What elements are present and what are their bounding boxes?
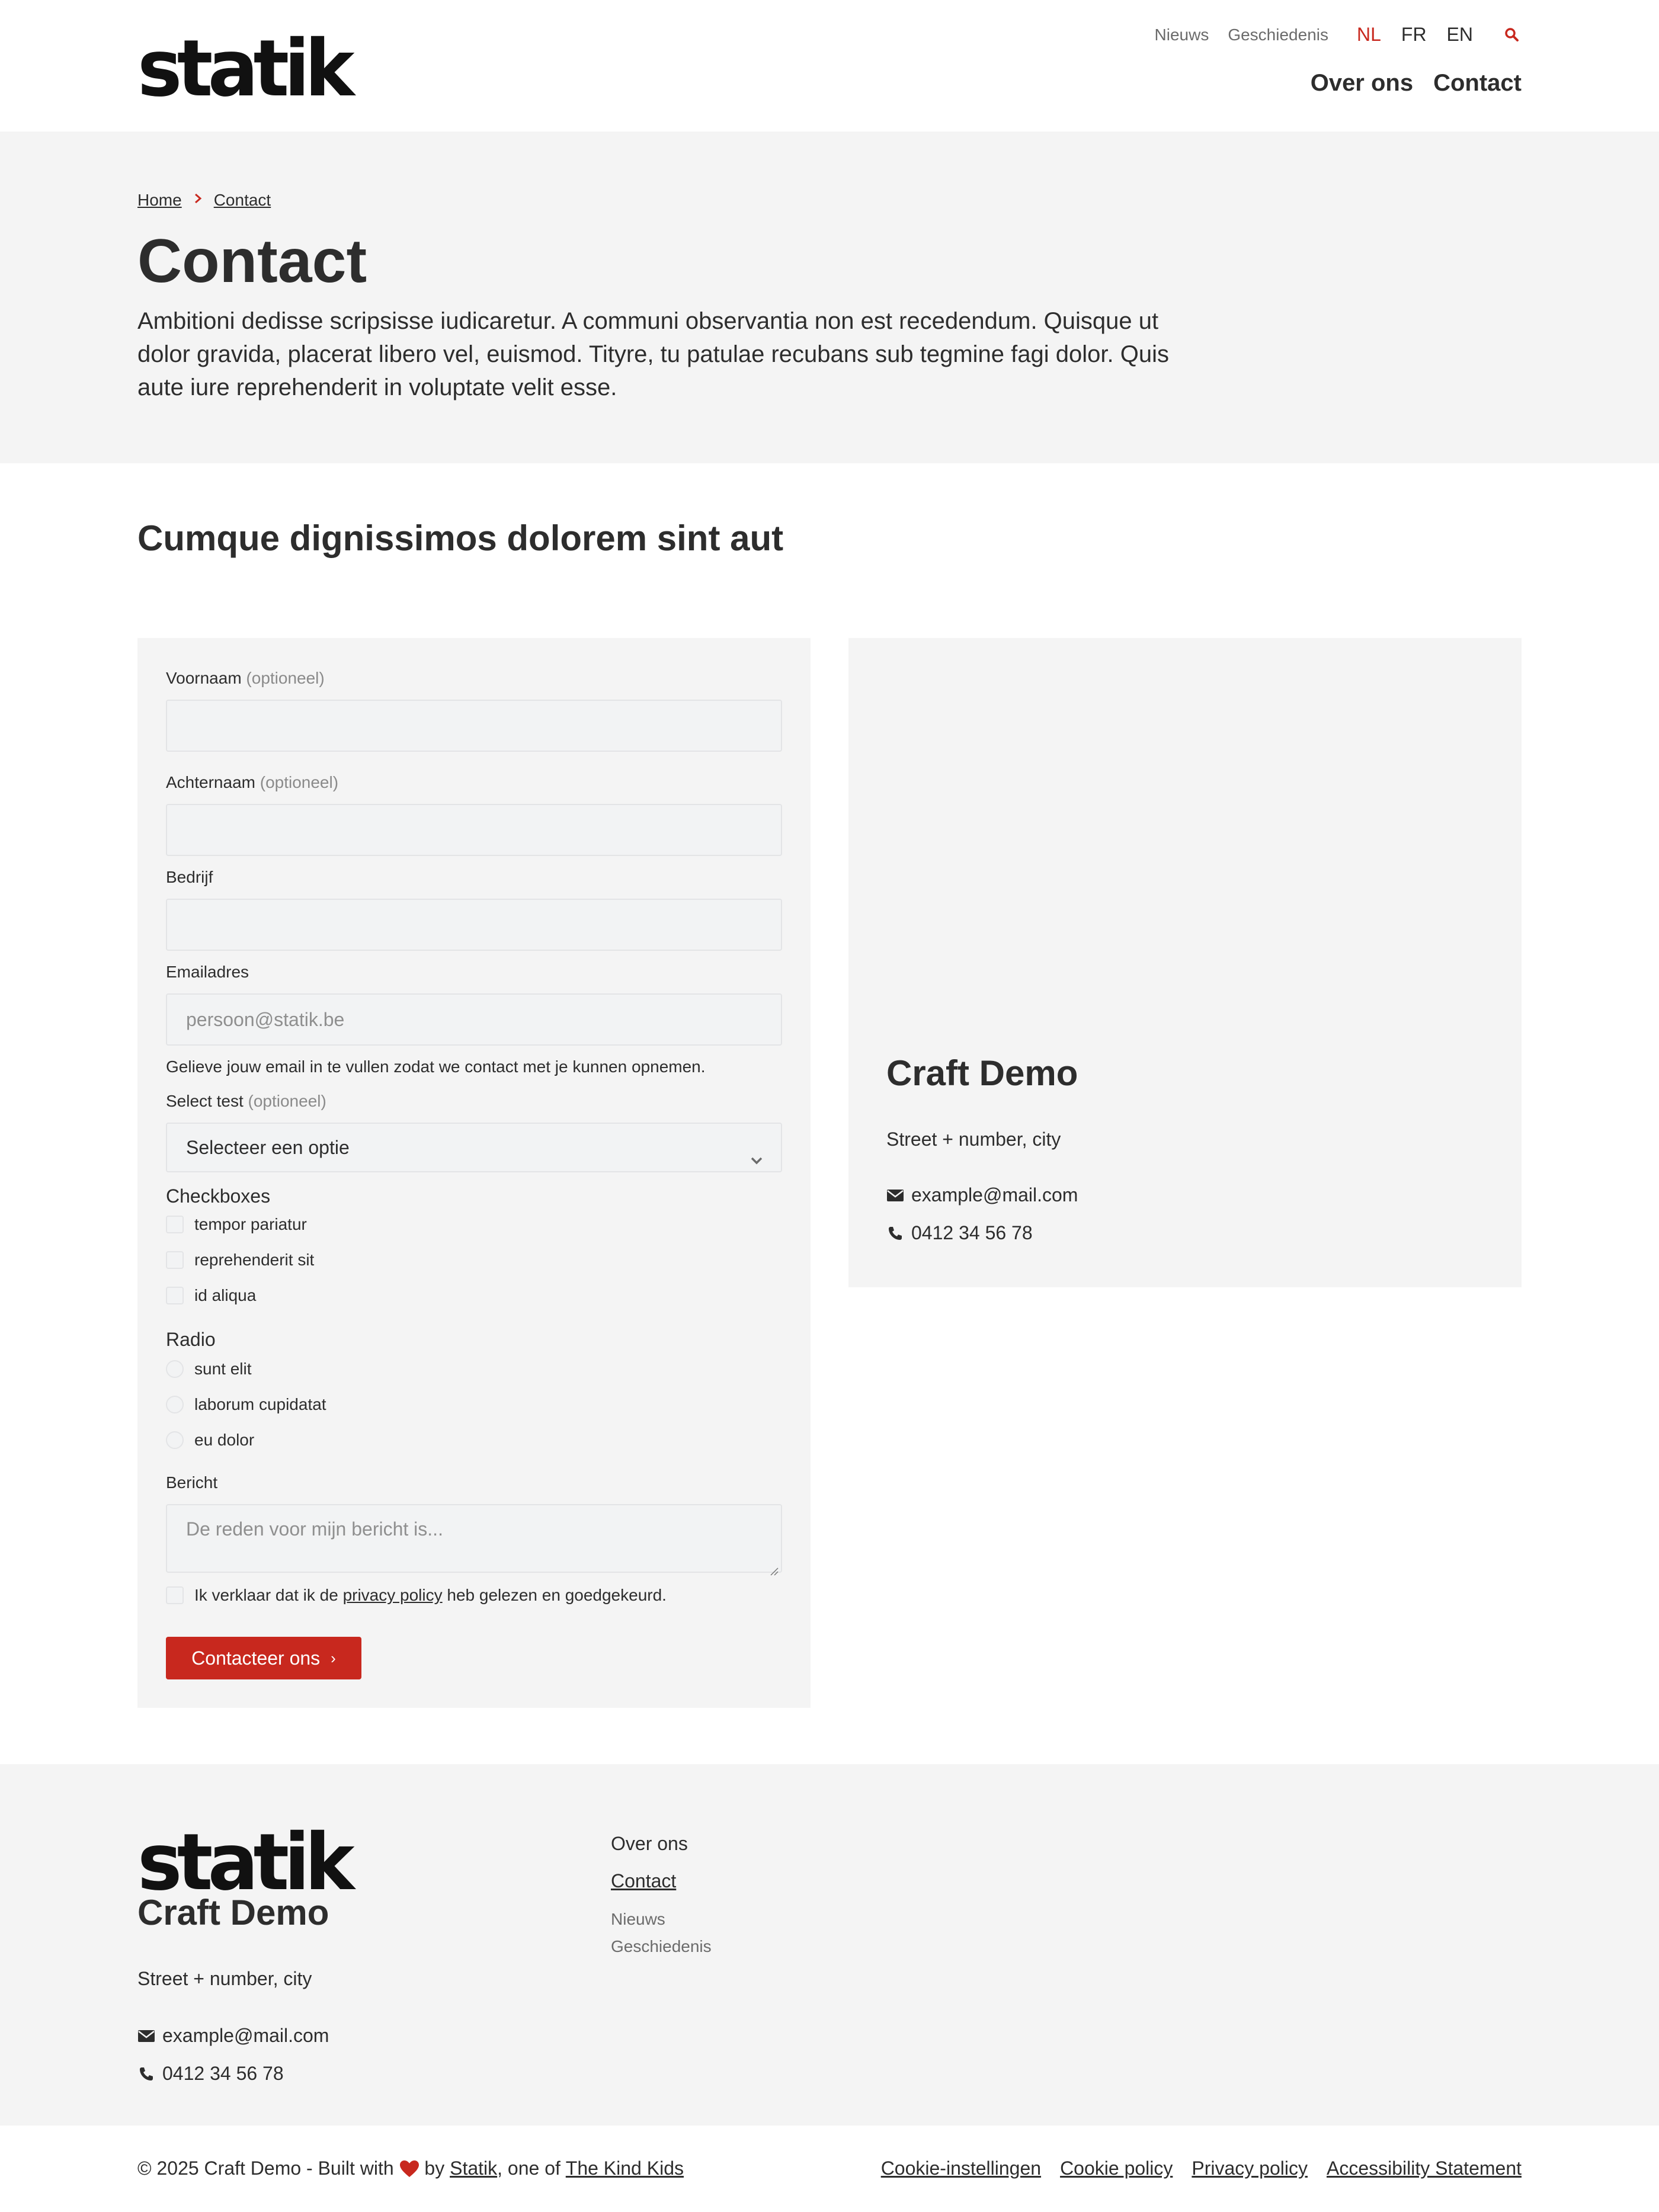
site-footer: statik Craft Demo Street + number, city … [0, 1764, 1659, 2126]
radio-option[interactable]: laborum cupidatat [166, 1395, 326, 1414]
first-name-label: Voornaam (optioneel) [166, 669, 325, 687]
last-name-label: Achternaam (optioneel) [166, 773, 339, 791]
breadcrumb-contact[interactable]: Contact [214, 191, 271, 210]
message-textarea[interactable]: De reden voor mijn bericht is... [166, 1504, 782, 1576]
company-phone[interactable]: 0412 34 56 78 [886, 1222, 1033, 1244]
legal-links: Cookie-instellingen Cookie policy Privac… [862, 2157, 1522, 2179]
copyright: © 2025 Craft Demo - Built with by Statik… [137, 2157, 684, 2179]
meta-nav: Nieuws Geschiedenis NL FR EN [1136, 24, 1522, 46]
bottom-bar: © 2025 Craft Demo - Built with by Statik… [0, 2126, 1659, 2212]
select-dropdown[interactable]: Selecteer een optie [166, 1123, 782, 1172]
checkbox-option[interactable]: reprehenderit sit [166, 1251, 314, 1270]
footer-nav-nieuws[interactable]: Nieuws [611, 1910, 712, 1929]
company-email[interactable]: example@mail.com [886, 1184, 1078, 1206]
privacy-policy-link[interactable]: privacy policy [343, 1586, 443, 1605]
cookie-settings-link[interactable]: Cookie-instellingen [881, 2157, 1041, 2179]
language-fr[interactable]: FR [1401, 24, 1427, 46]
message-label: Bericht [166, 1473, 218, 1492]
privacy-policy-footer-link[interactable]: Privacy policy [1192, 2157, 1308, 2179]
footer-nav-contact[interactable]: Contact [611, 1870, 712, 1892]
chevron-right-icon [194, 192, 202, 209]
breadcrumb-home[interactable]: Home [137, 191, 182, 210]
radio-button[interactable] [166, 1360, 184, 1378]
site-header: statik Nieuws Geschiedenis NL FR EN Over… [0, 0, 1659, 132]
privacy-consent[interactable]: Ik verklaar dat ik de privacy policy heb… [166, 1586, 667, 1605]
phone-icon [140, 2067, 153, 2080]
email-help-text: Gelieve jouw email in te vullen zodat we… [166, 1057, 706, 1076]
radio-button[interactable] [166, 1431, 184, 1449]
meta-nav-nieuws[interactable]: Nieuws [1155, 25, 1209, 44]
section-title: Cumque dignissimos dolorem sint aut [137, 518, 784, 558]
checkbox-option[interactable]: id aliqua [166, 1286, 256, 1305]
accessibility-statement-link[interactable]: Accessibility Statement [1327, 2157, 1522, 2179]
footer-email[interactable]: example@mail.com [137, 2025, 329, 2047]
phone-icon [889, 1226, 902, 1240]
footer-company-name: Craft Demo [137, 1893, 329, 1932]
main-nav-over-ons[interactable]: Over ons [1311, 70, 1413, 97]
footer-nav: Over ons Contact Nieuws Geschiedenis [611, 1833, 712, 1956]
language-nl[interactable]: NL [1357, 24, 1381, 46]
intro-text: Ambitioni dedisse scripsisse iudicaretur… [137, 308, 1169, 400]
resize-handle-icon[interactable] [769, 1560, 779, 1576]
checkbox[interactable] [166, 1287, 184, 1304]
chevron-down-icon [748, 1139, 766, 1165]
statik-logo[interactable]: statik [137, 30, 358, 108]
checkbox-option[interactable]: tempor pariatur [166, 1215, 307, 1234]
footer-nav-geschiedenis[interactable]: Geschiedenis [611, 1937, 712, 1956]
radio-option[interactable]: sunt elit [166, 1360, 252, 1379]
hero: Home Contact Contact Ambitioni dedisse s… [0, 132, 1659, 463]
contact-info-card: Craft Demo Street + number, city example… [848, 638, 1522, 1287]
radio-button[interactable] [166, 1396, 184, 1413]
company-name: Craft Demo [886, 1053, 1078, 1093]
last-name-input[interactable] [166, 804, 782, 856]
first-name-input[interactable] [166, 700, 782, 752]
consent-checkbox[interactable] [166, 1586, 184, 1604]
checkboxes-title: Checkboxes [166, 1185, 271, 1207]
breadcrumb: Home Contact [137, 191, 271, 210]
main-nav-contact[interactable]: Contact [1433, 70, 1522, 97]
statik-link[interactable]: Statik [450, 2157, 497, 2179]
footer-address: Street + number, city [137, 1968, 312, 1989]
select-label: Select test (optioneel) [166, 1092, 326, 1110]
checkbox[interactable] [166, 1216, 184, 1233]
heart-icon [399, 2160, 419, 2177]
submit-button[interactable]: Contacteer ons › [166, 1637, 361, 1679]
footer-nav-over-ons[interactable]: Over ons [611, 1833, 712, 1855]
cookie-policy-link[interactable]: Cookie policy [1060, 2157, 1173, 2179]
main-nav: Over ons Contact [1290, 70, 1522, 97]
company-address: Street + number, city [886, 1129, 1061, 1150]
envelope-icon [138, 2030, 155, 2042]
radio-option[interactable]: eu dolor [166, 1431, 254, 1450]
kind-kids-link[interactable]: The Kind Kids [566, 2157, 684, 2179]
footer-statik-logo[interactable]: statik [137, 1823, 358, 1902]
chevron-right-icon: › [331, 1649, 336, 1667]
contact-form: Voornaam (optioneel) Achternaam (optione… [137, 638, 811, 1708]
company-label: Bedrijf [166, 868, 213, 886]
email-label: Emailadres [166, 963, 249, 981]
company-input[interactable] [166, 899, 782, 951]
email-input[interactable]: persoon@statik.be [166, 993, 782, 1046]
meta-nav-geschiedenis[interactable]: Geschiedenis [1228, 25, 1328, 44]
footer-phone[interactable]: 0412 34 56 78 [137, 2063, 284, 2085]
language-en[interactable]: EN [1447, 24, 1473, 46]
search-icon[interactable] [1503, 25, 1522, 44]
page-title: Contact [137, 227, 367, 296]
radio-title: Radio [166, 1329, 216, 1350]
checkbox[interactable] [166, 1251, 184, 1269]
envelope-icon [887, 1189, 904, 1201]
